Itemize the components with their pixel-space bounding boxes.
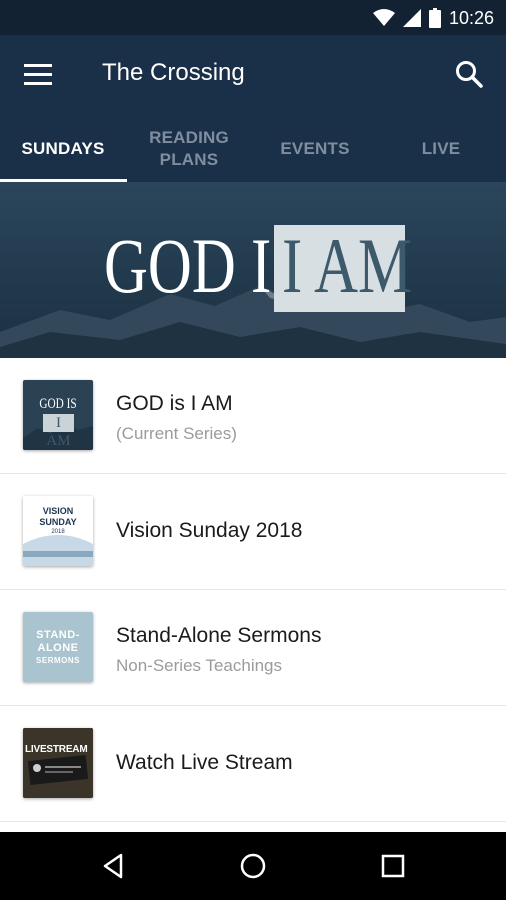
list-item[interactable]: VISION SUNDAY 2018 Vision Sunday 2018 bbox=[0, 474, 506, 590]
status-bar: 10:26 bbox=[0, 0, 506, 35]
list-item[interactable]: LIVESTREAM Watch Live Stream bbox=[0, 706, 506, 822]
recents-icon[interactable] bbox=[373, 848, 413, 884]
thumb-line-1: GOD IS bbox=[39, 396, 77, 412]
wifi-icon bbox=[372, 9, 395, 26]
tab-live-label: LIVE bbox=[421, 138, 461, 158]
status-icons: 10:26 bbox=[372, 7, 494, 29]
list-item-title: Stand-Alone Sermons bbox=[116, 624, 322, 647]
series-thumbnail: GOD IS I AM bbox=[23, 380, 93, 450]
list-item-subtitle: (Current Series) bbox=[116, 424, 237, 443]
list-item[interactable]: STAND- ALONE SERMONS Stand-Alone Sermons… bbox=[0, 590, 506, 706]
status-time: 10:26 bbox=[448, 7, 494, 28]
tab-sundays[interactable]: SUNDAYS bbox=[0, 115, 126, 182]
home-icon[interactable] bbox=[233, 848, 273, 884]
series-thumbnail: LIVESTREAM bbox=[23, 728, 93, 798]
app-bar: The Crossing bbox=[0, 35, 506, 115]
tab-sundays-label: SUNDAYS bbox=[21, 138, 105, 158]
tab-live[interactable]: LIVE bbox=[378, 115, 504, 182]
thumb-device bbox=[23, 728, 93, 798]
tab-events[interactable]: EVENTS bbox=[252, 115, 378, 182]
back-icon[interactable] bbox=[93, 848, 133, 884]
tab-bar: SUNDAYS READING PLANS EVENTS LIVE bbox=[0, 115, 506, 182]
thumb-line-2: I AM bbox=[43, 414, 74, 449]
thumb-line-3: 2018 bbox=[51, 529, 65, 535]
tab-reading-plans-label: READING PLANS bbox=[149, 127, 229, 169]
banner-title-right: I AM bbox=[282, 222, 413, 309]
series-list: GOD IS I AM GOD is I AM (Current Series)… bbox=[0, 358, 506, 822]
thumb-line-1: STAND- bbox=[36, 629, 80, 641]
search-icon[interactable] bbox=[454, 59, 484, 89]
list-item[interactable]: GOD IS I AM GOD is I AM (Current Series) bbox=[0, 358, 506, 474]
thumb-line-2: SUNDAY bbox=[39, 517, 77, 527]
list-item-title: GOD is I AM bbox=[116, 392, 233, 415]
series-banner[interactable]: GOD IS I AM bbox=[0, 182, 506, 358]
list-item-title: Vision Sunday 2018 bbox=[116, 519, 303, 542]
battery-icon bbox=[428, 8, 441, 28]
thumb-line-2: ALONE bbox=[37, 642, 79, 654]
thumb-line-1: LIVESTREAM bbox=[25, 744, 88, 755]
list-item-subtitle: Non-Series Teachings bbox=[116, 656, 282, 675]
tab-reading-plans[interactable]: READING PLANS bbox=[126, 115, 252, 182]
hamburger-menu-icon[interactable] bbox=[24, 63, 54, 87]
thumb-line-1: VISION bbox=[42, 506, 74, 516]
series-thumbnail: STAND- ALONE SERMONS bbox=[23, 612, 93, 682]
system-nav-bar bbox=[0, 832, 506, 900]
series-thumbnail: VISION SUNDAY 2018 bbox=[23, 496, 93, 566]
signal-icon bbox=[402, 9, 421, 27]
app-title: The Crossing bbox=[102, 59, 245, 86]
thumb-line-3: SERMONS bbox=[36, 656, 80, 665]
list-item-title: Watch Live Stream bbox=[116, 751, 293, 774]
tab-events-label: EVENTS bbox=[280, 138, 350, 158]
